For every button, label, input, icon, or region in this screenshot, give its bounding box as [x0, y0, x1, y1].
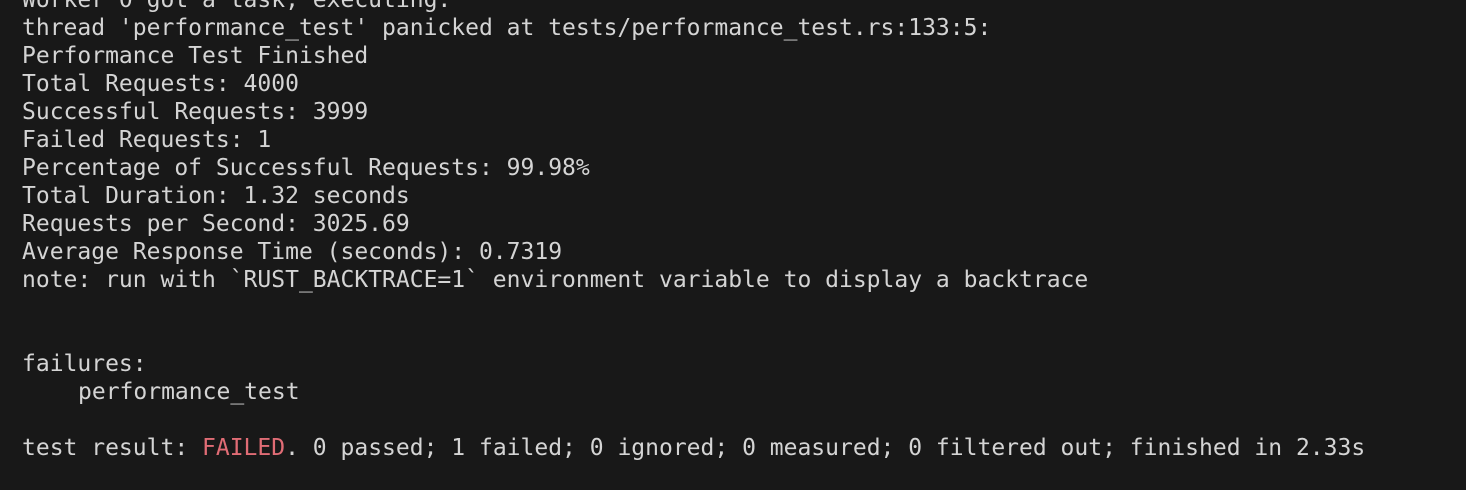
test-result-summary: . 0 passed; 1 failed; 0 ignored; 0 measu…	[285, 435, 1366, 461]
success-percentage-line: Percentage of Successful Requests: 99.98…	[22, 155, 590, 181]
test-result-line: test result: FAILED. 0 passed; 1 failed;…	[22, 434, 1365, 462]
panic-line: thread 'performance_test' panicked at te…	[22, 15, 992, 41]
successful-requests-line: Successful Requests: 3999	[22, 99, 369, 125]
backtrace-note-line: note: run with `RUST_BACKTRACE=1` enviro…	[22, 267, 1089, 293]
test-finished-line: Performance Test Finished	[22, 43, 369, 69]
total-requests-line: Total Requests: 4000	[22, 71, 299, 97]
worker-line: Worker 0 got a task; executing.	[22, 0, 452, 13]
failure-item-line: performance_test	[78, 379, 300, 405]
average-response-line: Average Response Time (seconds): 0.7319	[22, 239, 563, 265]
requests-per-second-line: Requests per Second: 3025.69	[22, 211, 410, 237]
failed-status: FAILED	[202, 435, 286, 461]
terminal-window[interactable]: Worker 0 got a task; executing. thread 'p…	[0, 0, 1466, 490]
test-result-prefix: test result:	[22, 435, 203, 461]
terminal-output: Worker 0 got a task; executing. thread 'p…	[22, 0, 1365, 462]
failures-header-line: failures:	[22, 351, 147, 377]
total-duration-line: Total Duration: 1.32 seconds	[22, 183, 410, 209]
failed-requests-line: Failed Requests: 1	[22, 127, 272, 153]
